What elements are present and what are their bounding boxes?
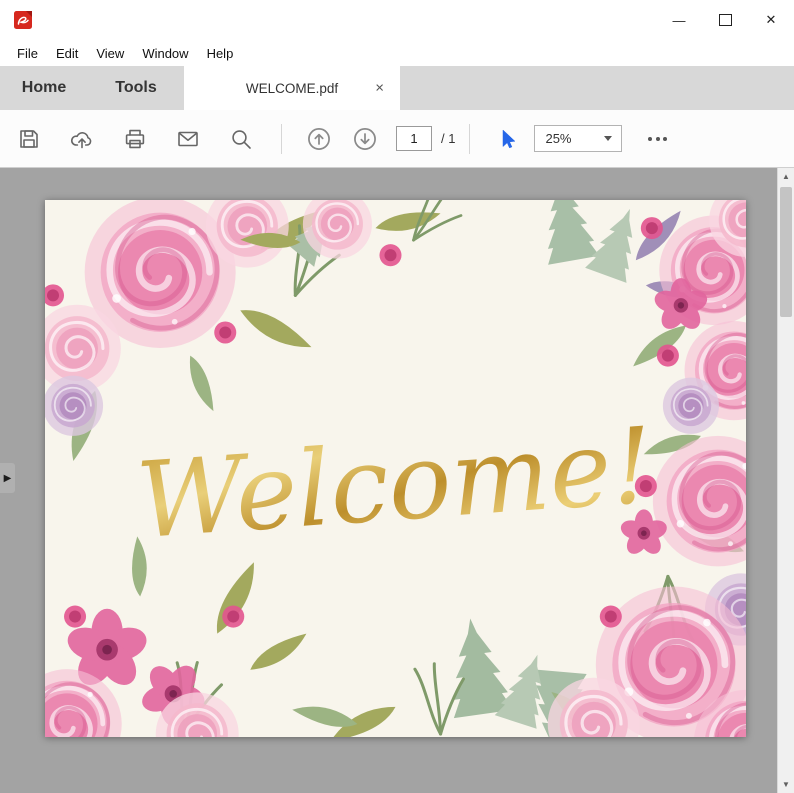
tab-tools[interactable]: Tools: [88, 66, 184, 110]
email-icon: [178, 131, 198, 146]
close-button[interactable]: ✕: [748, 0, 794, 40]
select-arrow-icon: [503, 129, 516, 148]
save-button[interactable]: [16, 126, 42, 152]
scroll-down-button[interactable]: ▼: [778, 776, 794, 793]
upload-cloud-icon: [70, 131, 92, 148]
panel-expand-button[interactable]: ▶: [0, 463, 15, 493]
tab-bar: Home Tools WELCOME.pdf ×: [0, 66, 794, 110]
title-bar: — ✕: [0, 0, 794, 40]
print-button[interactable]: [122, 126, 148, 152]
minimize-button[interactable]: —: [656, 0, 702, 40]
tab-document[interactable]: WELCOME.pdf ×: [184, 66, 400, 110]
select-tool-button[interactable]: [494, 126, 520, 152]
floral-artwork: Welcome!: [45, 200, 746, 737]
search-button[interactable]: [228, 126, 254, 152]
toolbar-divider: [469, 123, 471, 154]
page-count-label: / 1: [441, 131, 456, 146]
menu-view[interactable]: View: [87, 46, 133, 61]
menu-window[interactable]: Window: [133, 46, 197, 61]
window-controls: — ✕: [656, 0, 794, 40]
zoom-dropdown[interactable]: 25%: [534, 125, 623, 152]
tab-close-icon[interactable]: ×: [375, 81, 384, 96]
toolbar-divider: [281, 123, 282, 154]
menu-file[interactable]: File: [8, 46, 47, 61]
previous-page-button[interactable]: [306, 126, 332, 152]
share-upload-button[interactable]: [69, 126, 95, 152]
more-dots-icon: [648, 136, 653, 141]
pdf-app-icon: [14, 11, 32, 29]
maximize-button[interactable]: [702, 0, 748, 40]
panel-expand-arrow-icon: ▶: [3, 472, 12, 484]
tab-document-label: WELCOME.pdf: [245, 80, 339, 96]
menu-edit[interactable]: Edit: [47, 46, 87, 61]
zoom-value: 25%: [545, 131, 572, 146]
more-dots-icon: [655, 136, 660, 141]
tab-home[interactable]: Home: [0, 66, 88, 110]
scroll-up-button[interactable]: ▲: [778, 168, 794, 185]
email-button[interactable]: [175, 126, 201, 152]
vertical-scrollbar[interactable]: ▲ ▼: [777, 168, 794, 793]
scroll-thumb[interactable]: [780, 187, 792, 317]
page-number-input[interactable]: [396, 126, 432, 151]
more-dots-icon: [663, 136, 668, 141]
page-down-icon: [354, 127, 376, 150]
menu-help[interactable]: Help: [198, 46, 243, 61]
save-icon: [20, 129, 38, 148]
maximize-icon: [718, 14, 732, 26]
more-tools-button[interactable]: [648, 136, 668, 141]
menu-bar: File Edit View Window Help: [0, 40, 794, 66]
toolbar: / 1 25%: [0, 110, 794, 168]
page-up-icon: [308, 127, 330, 150]
zoom-caret-icon: [604, 136, 613, 141]
next-page-button[interactable]: [352, 126, 378, 152]
pdf-page: Welcome!: [45, 200, 746, 737]
document-area: Welcome! ▶ ▲ ▼: [0, 168, 794, 793]
print-icon: [125, 129, 145, 148]
search-icon: [232, 129, 251, 149]
